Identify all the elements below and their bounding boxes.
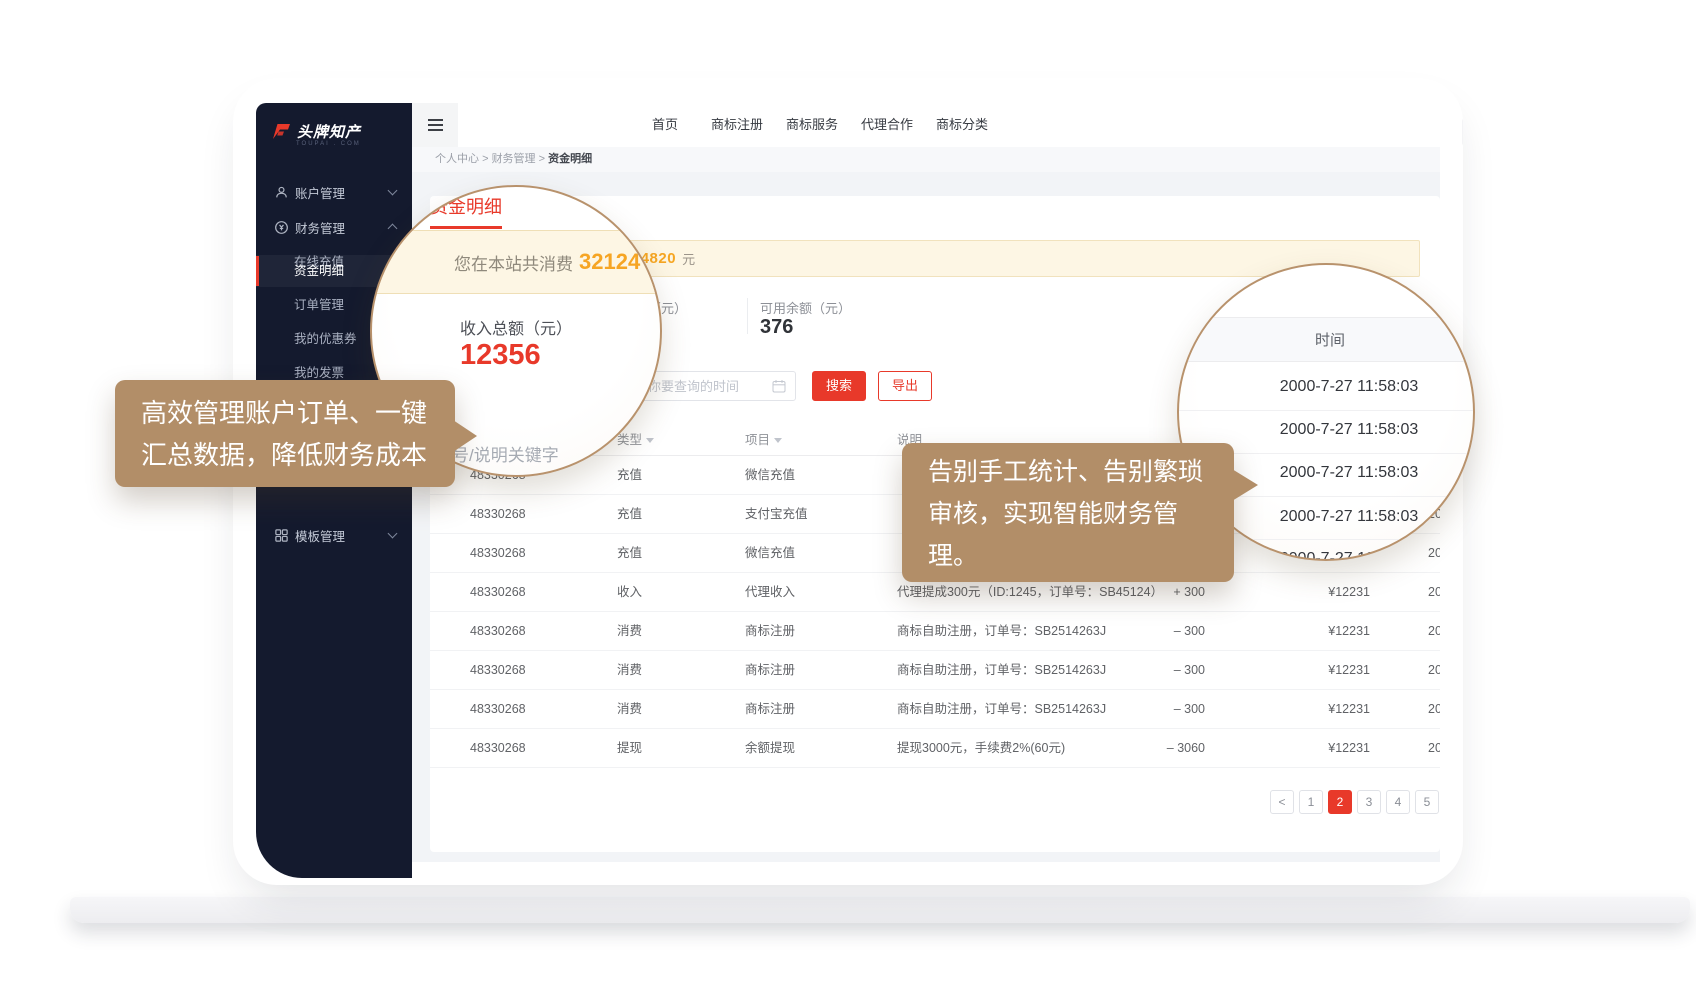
- search-button[interactable]: 搜索: [812, 371, 866, 401]
- chevron-down-icon: [388, 186, 398, 196]
- nav-trademark-service[interactable]: 商标服务: [786, 103, 838, 147]
- callout-arrow-icon: [1232, 469, 1258, 501]
- hamburger-menu-button[interactable]: [412, 103, 458, 147]
- table-row: 48330268 消费 商标注册 商标自助注册，订单号：SB2514263J –…: [430, 612, 1440, 651]
- template-icon: [274, 528, 289, 543]
- sidebar-item-account[interactable]: 账户管理: [256, 177, 412, 207]
- col-project[interactable]: 项目: [745, 425, 782, 456]
- magnified-consumption-amount: 32124: [579, 249, 640, 275]
- breadcrumb: 个人中心 > 财务管理 > 资金明细: [435, 147, 592, 172]
- pagination-page-2-active[interactable]: 2: [1328, 790, 1352, 814]
- magnified-tab: 资金明细: [430, 193, 502, 229]
- table-row: 48330268 消费 商标注册 商标自助注册，订单号：SB2514263J –…: [430, 651, 1440, 690]
- magnified-time-value: 2000-7-27 11:58:03: [1259, 421, 1439, 439]
- callout-arrow-icon: [453, 420, 477, 452]
- chevron-down-icon: [388, 529, 398, 539]
- table-row: 48330268 提现 余额提现 提现3000元，手续费2%(60元) – 30…: [430, 729, 1440, 768]
- breadcrumb-strip: 个人中心 > 财务管理 > 资金明细: [412, 147, 1440, 172]
- magnified-income-label: 收入总额（元）: [460, 315, 572, 339]
- brand-name: 头牌知产: [297, 121, 361, 142]
- pagination-page-3[interactable]: 3: [1357, 790, 1381, 814]
- brand-subtitle: TOUPAI . COM: [296, 141, 361, 147]
- magnified-time-value: 2000-7-27 11:58:03: [1259, 378, 1439, 396]
- sidebar-item-label: 账户管理: [295, 183, 345, 202]
- export-button[interactable]: 导出: [878, 371, 932, 401]
- magnified-income-value: 12356: [460, 339, 541, 372]
- stat-balance-value: 376: [760, 316, 793, 339]
- magnified-banner: 您在本站共消费 32124 元: [370, 230, 662, 294]
- calendar-icon[interactable]: [772, 379, 786, 393]
- finance-icon: [274, 220, 289, 235]
- pagination-page-5[interactable]: 5: [1415, 790, 1439, 814]
- nav-agency[interactable]: 代理合作: [861, 103, 913, 147]
- laptop-base: [70, 897, 1690, 923]
- pagination-page-1[interactable]: 1: [1299, 790, 1323, 814]
- screenshot-canvas: 头牌知产 TOUPAI . COM 账户管理 财务管理 在线充值 资金明细: [0, 0, 1696, 1002]
- callout-right: 告别手工统计、告别繁琐 审核，实现智能财务管 理。: [902, 443, 1234, 582]
- magnified-time-header: 时间: [1179, 317, 1475, 362]
- sidebar-item-label: 模板管理: [295, 526, 345, 545]
- pagination-prev[interactable]: <: [1270, 790, 1294, 814]
- callout-left: 高效管理账户订单、一键 汇总数据，降低财务成本: [115, 380, 455, 487]
- nav-trademark-register[interactable]: 商标注册: [711, 103, 763, 147]
- sidebar: 头牌知产 TOUPAI . COM 账户管理 财务管理 在线充值 资金明细: [256, 103, 412, 878]
- sidebar-item-templates[interactable]: 模板管理: [256, 520, 412, 550]
- stat-balance-label: 可用余额（元）: [760, 298, 851, 317]
- sort-caret-icon: [774, 438, 782, 443]
- breadcrumb-current: 资金明细: [548, 153, 592, 165]
- sort-caret-icon: [646, 438, 654, 443]
- magnified-time-value: 2000-7-27 11:58:03: [1259, 464, 1439, 482]
- sidebar-item-label: 财务管理: [295, 218, 345, 237]
- nav-trademark-category[interactable]: 商标分类: [936, 103, 988, 147]
- active-item-indicator: [256, 256, 259, 286]
- magnified-time-value: 2000-7-27 11:58:03: [1259, 508, 1439, 526]
- table-row: 48330268 消费 商标注册 商标自助注册，订单号：SB2514263J –…: [430, 690, 1440, 729]
- search-input[interactable]: [1462, 118, 1463, 146]
- logo-icon: [270, 121, 292, 141]
- pagination-page-4[interactable]: 4: [1386, 790, 1410, 814]
- topbar: 首页 商标注册 商标服务 代理合作 商标分类: [412, 103, 1440, 147]
- user-icon: [274, 185, 289, 200]
- nav-home[interactable]: 首页: [652, 103, 678, 147]
